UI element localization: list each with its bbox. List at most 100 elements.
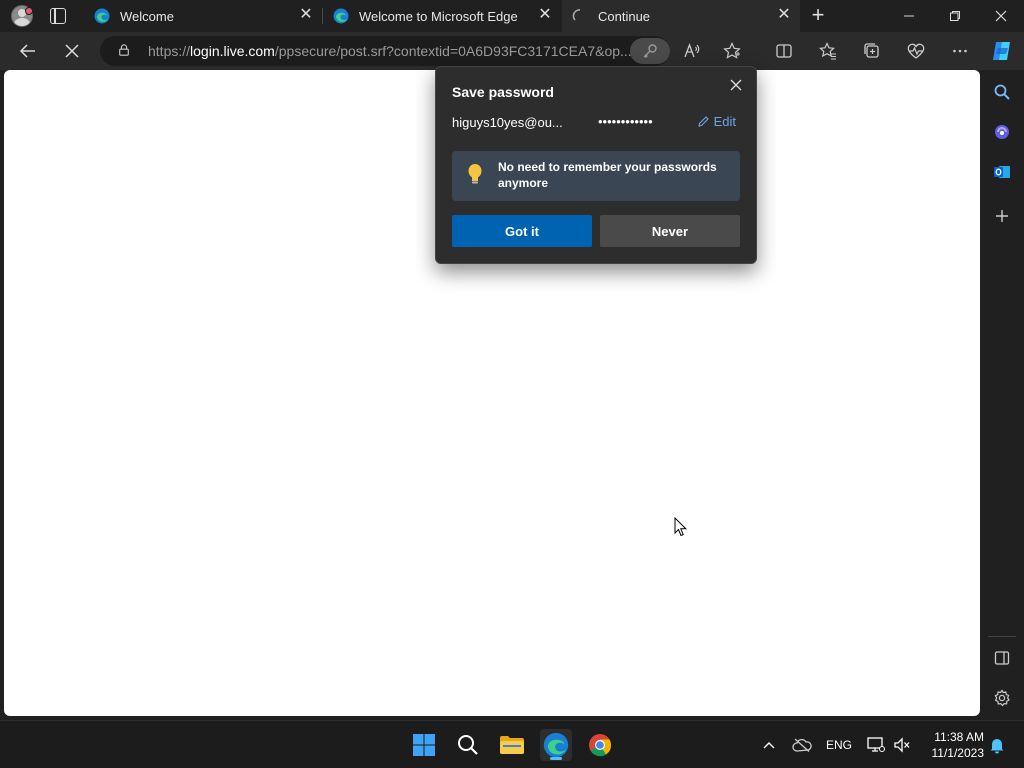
tab-label: Continue — [598, 8, 651, 24]
close-icon — [995, 10, 1007, 22]
new-tab-button[interactable]: + — [808, 4, 828, 26]
collections-button[interactable] — [858, 38, 886, 64]
browser-essentials-button[interactable] — [902, 38, 930, 64]
favorites-icon — [819, 42, 836, 60]
loading-spinner-icon — [572, 9, 581, 21]
windows-taskbar: ENG 11:38 AM 11/1/2023 — [0, 720, 1024, 768]
language-indicator[interactable]: ENG — [824, 735, 854, 755]
folder-icon — [500, 736, 524, 754]
volume-button[interactable] — [890, 735, 914, 755]
sidebar-toggle-icon — [994, 651, 1010, 665]
url-scheme: https:// — [148, 43, 191, 59]
never-button[interactable]: Never — [600, 215, 740, 247]
tab-welcome[interactable]: Welcome ✕ — [84, 0, 322, 32]
edge-sidebar — [980, 70, 1024, 720]
file-explorer-button[interactable] — [496, 729, 528, 761]
close-tab-icon[interactable]: ✕ — [298, 7, 314, 24]
heart-pulse-icon — [907, 43, 925, 59]
arrow-left-icon — [19, 44, 35, 58]
tab-welcome-edge[interactable]: Welcome to Microsoft Edge ✕ — [323, 0, 561, 32]
tab-continue[interactable]: Continue ✕ — [562, 0, 800, 32]
back-button[interactable] — [14, 38, 42, 64]
notifications-button[interactable] — [986, 735, 1008, 755]
split-screen-icon — [776, 44, 792, 58]
copilot-icon — [993, 42, 1010, 60]
url-text[interactable]: https://login.live.com/ppsecure/post.srf… — [148, 43, 633, 59]
close-icon — [65, 44, 79, 58]
save-password-dialog: Save password higuys10yes@ou... ••••••••… — [435, 66, 757, 264]
mouse-cursor-icon — [674, 517, 688, 537]
lightbulb-icon — [468, 164, 482, 184]
taskbar-chrome-button[interactable] — [584, 729, 616, 761]
copilot-icon — [995, 125, 1009, 139]
favorites-button[interactable] — [814, 38, 842, 64]
dialog-close-button[interactable] — [726, 75, 746, 95]
bell-icon — [990, 739, 1004, 754]
sidebar-search-button[interactable] — [992, 82, 1012, 102]
got-it-button[interactable]: Got it — [452, 215, 592, 247]
edge-icon — [543, 732, 569, 758]
restore-button[interactable] — [932, 0, 978, 32]
favorite-button[interactable] — [718, 38, 746, 64]
clock-date: 11/1/2023 — [931, 746, 985, 760]
profile-button[interactable] — [8, 4, 36, 28]
stop-loading-button[interactable] — [58, 38, 86, 64]
info-banner: No need to remember your passwords anymo… — [452, 151, 740, 201]
cloud-offline-icon — [792, 738, 812, 752]
more-options-button[interactable] — [946, 38, 974, 64]
speaker-muted-icon — [894, 737, 910, 753]
tab-label: Welcome to Microsoft Edge — [359, 8, 518, 24]
show-hidden-icons-button[interactable] — [758, 735, 780, 755]
close-icon — [730, 79, 742, 91]
network-button[interactable] — [864, 735, 888, 755]
taskbar-edge-button[interactable] — [540, 729, 572, 761]
edit-label: Edit — [713, 114, 736, 129]
close-window-button[interactable] — [978, 0, 1024, 32]
windows-logo-icon — [413, 734, 435, 756]
chevron-up-icon — [763, 742, 775, 749]
minimize-icon — [904, 15, 914, 17]
sidebar-copilot-button[interactable] — [992, 122, 1012, 142]
saved-username: higuys10yes@ou... — [452, 115, 563, 130]
sidebar-settings-button[interactable] — [992, 688, 1012, 708]
star-icon — [723, 42, 741, 59]
split-screen-button[interactable] — [770, 38, 798, 64]
restore-icon — [950, 11, 960, 21]
address-bar[interactable]: https://login.live.com/ppsecure/post.srf… — [100, 36, 670, 66]
taskbar-search-button[interactable] — [452, 729, 484, 761]
url-path: /ppsecure/post.srf?contextid=0A6D93FC317… — [274, 43, 632, 59]
network-icon — [867, 737, 885, 752]
collections-icon — [864, 43, 879, 58]
start-button[interactable] — [408, 729, 440, 761]
saved-password-mask: •••••••••••• — [598, 114, 653, 129]
tab-label: Welcome — [120, 8, 174, 24]
edit-credentials-button[interactable]: Edit — [697, 114, 736, 129]
edge-icon — [94, 8, 110, 24]
info-message: No need to remember your passwords anymo… — [498, 160, 717, 190]
read-aloud-button[interactable] — [678, 38, 706, 64]
dialog-title: Save password — [452, 84, 554, 100]
pencil-icon — [697, 116, 709, 127]
minimize-button[interactable] — [886, 0, 932, 32]
system-clock[interactable]: 11:38 AM 11/1/2023 — [920, 729, 985, 761]
onedrive-button[interactable] — [790, 735, 814, 755]
tab-actions-icon[interactable] — [50, 7, 66, 24]
password-key-button[interactable] — [630, 38, 670, 64]
edge-icon — [333, 8, 349, 24]
gear-icon — [994, 689, 1010, 707]
plus-icon — [996, 210, 1008, 222]
outlook-icon — [994, 166, 1010, 178]
close-tab-icon[interactable]: ✕ — [776, 7, 792, 24]
sidebar-add-button[interactable] — [992, 206, 1012, 226]
close-tab-icon[interactable]: ✕ — [537, 7, 553, 24]
sidebar-outlook-button[interactable] — [992, 162, 1012, 182]
search-icon — [458, 735, 478, 755]
chrome-icon — [589, 734, 612, 757]
url-host: login.live.com — [190, 43, 275, 59]
sidebar-divider — [988, 636, 1016, 637]
sidebar-hide-button[interactable] — [992, 648, 1012, 668]
active-app-indicator — [550, 757, 562, 760]
lock-icon[interactable] — [118, 44, 130, 56]
copilot-button[interactable] — [988, 38, 1016, 64]
search-icon — [994, 84, 1010, 100]
